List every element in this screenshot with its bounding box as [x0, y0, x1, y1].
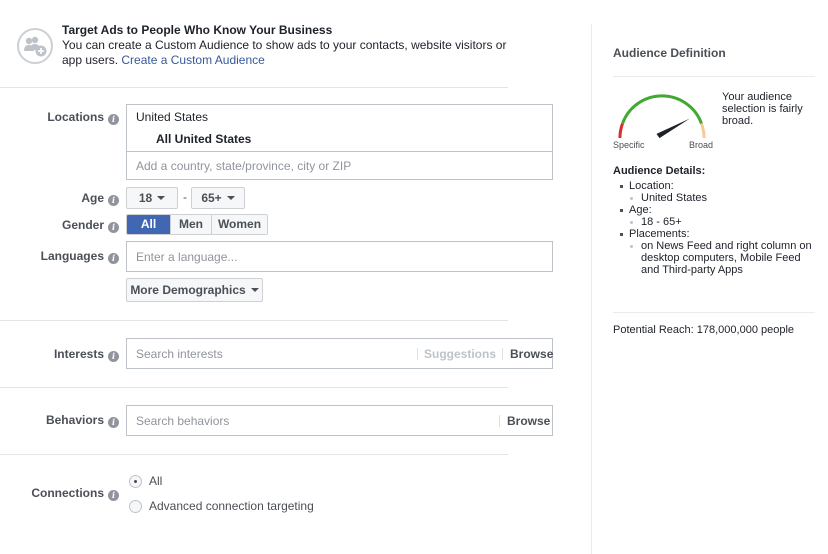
gender-label: Gender i — [62, 218, 119, 233]
connections-label: Connections i — [31, 486, 119, 501]
detail-location-label: Location: — [619, 180, 819, 192]
connections-option-label: Advanced connection targeting — [149, 499, 314, 513]
custom-audience-promo: Target Ads to People Who Know Your Busin… — [17, 23, 557, 73]
more-demographics-label: More Demographics — [130, 283, 246, 297]
promo-title: Target Ads to People Who Know Your Busin… — [62, 23, 333, 37]
info-icon[interactable]: i — [108, 253, 119, 264]
languages-label-wrap: Languages i — [0, 249, 119, 269]
info-icon[interactable]: i — [108, 222, 119, 233]
gauge-message: Your audience selection is fairly broad. — [722, 91, 803, 127]
gender-label-wrap: Gender i — [0, 218, 119, 238]
connections-option-advanced[interactable]: Advanced connection targeting — [129, 499, 314, 513]
detail-age-value: 18 - 65+ — [619, 216, 819, 228]
sidebar-divider — [591, 24, 592, 554]
connections-label-wrap: Connections i — [0, 486, 119, 506]
gauge-needle — [656, 118, 690, 139]
gauge-specific-label: Specific — [613, 140, 645, 150]
info-icon[interactable]: i — [108, 195, 119, 206]
detail-placements-value: on News Feed and right column on desktop… — [619, 240, 819, 276]
gender-all-button[interactable]: All — [127, 215, 170, 234]
language-input[interactable] — [126, 241, 553, 272]
age-max-value: 65+ — [201, 191, 222, 205]
audience-details-title: Audience Details: — [613, 165, 706, 177]
interests-actions: Suggestions Browse — [417, 338, 553, 369]
behaviors-label-text: Behaviors — [45, 413, 104, 427]
location-selection[interactable]: All United States — [156, 132, 251, 146]
connections-option-label: All — [149, 474, 163, 488]
radio-button[interactable] — [129, 499, 142, 513]
suggestions-button[interactable]: Suggestions — [417, 347, 502, 360]
section-divider — [0, 320, 508, 321]
locations-label-text: Locations — [47, 110, 104, 124]
connections-label-text: Connections — [31, 486, 104, 500]
location-country: United States — [136, 110, 209, 124]
age-label: Age i — [81, 191, 119, 206]
age-label-wrap: Age i — [0, 191, 119, 211]
promo-description: You can create a Custom Audience to show… — [62, 38, 512, 68]
gender-women-button[interactable]: Women — [211, 215, 267, 234]
audience-definition-title: Audience Definition — [613, 46, 726, 60]
create-custom-audience-link[interactable]: Create a Custom Audience — [121, 53, 264, 67]
location-input[interactable] — [126, 151, 553, 180]
section-divider — [0, 454, 508, 455]
info-icon[interactable]: i — [108, 417, 119, 428]
detail-placements-label: Placements: — [619, 228, 819, 240]
section-divider — [0, 387, 508, 388]
interests-label-text: Interests — [53, 347, 104, 361]
behaviors-actions: Browse — [499, 405, 550, 436]
age-min-value: 18 — [138, 191, 153, 205]
potential-reach: Potential Reach: 178,000,000 people — [613, 324, 795, 336]
age-max-dropdown[interactable]: 65+ — [191, 187, 245, 209]
audience-size-gauge — [606, 86, 716, 153]
more-demographics-button[interactable]: More Demographics — [126, 278, 263, 302]
audience-details-list: Location: United States Age: 18 - 65+ Pl… — [619, 180, 819, 276]
gender-label-text: Gender — [61, 218, 104, 232]
locations-label: Locations i — [47, 110, 119, 125]
custom-audience-add-icon — [17, 28, 53, 64]
radio-button-checked[interactable] — [129, 474, 142, 488]
sidebar-divider-line — [613, 76, 815, 77]
behaviors-label: Behaviors i — [46, 413, 119, 428]
interests-label-wrap: Interests i — [0, 347, 119, 367]
behaviors-search-input[interactable] — [126, 405, 553, 436]
age-separator: - — [183, 190, 187, 204]
languages-label: Languages i — [41, 249, 119, 264]
age-label-text: Age — [81, 191, 104, 205]
gender-men-button[interactable]: Men — [170, 215, 211, 234]
gauge-segment-ok — [621, 94, 703, 125]
caret-down-icon — [250, 288, 259, 292]
info-icon[interactable]: i — [108, 351, 119, 362]
caret-down-icon — [226, 196, 235, 200]
detail-age-label: Age: — [619, 204, 819, 216]
sidebar-divider-line — [613, 312, 815, 313]
gauge-broad-label: Broad — [689, 140, 714, 150]
gender-selector: All Men Women — [126, 214, 268, 235]
connections-option-all[interactable]: All — [129, 474, 162, 488]
info-icon[interactable]: i — [108, 114, 119, 125]
locations-label-wrap: Locations i — [0, 110, 119, 130]
gauge-segment-broad — [700, 123, 706, 153]
gauge-segment-specific — [618, 123, 624, 153]
caret-down-icon — [157, 196, 166, 200]
behaviors-browse-button[interactable]: Browse — [499, 414, 550, 427]
section-divider — [0, 87, 508, 88]
interests-browse-button[interactable]: Browse — [502, 347, 553, 360]
info-icon[interactable]: i — [108, 490, 119, 501]
locations-selected-box: United States All United States — [126, 104, 553, 152]
behaviors-label-wrap: Behaviors i — [0, 413, 119, 433]
detail-location-value: United States — [619, 192, 819, 204]
languages-label-text: Languages — [40, 249, 104, 263]
age-min-dropdown[interactable]: 18 — [126, 187, 178, 209]
interests-label: Interests i — [54, 347, 119, 362]
